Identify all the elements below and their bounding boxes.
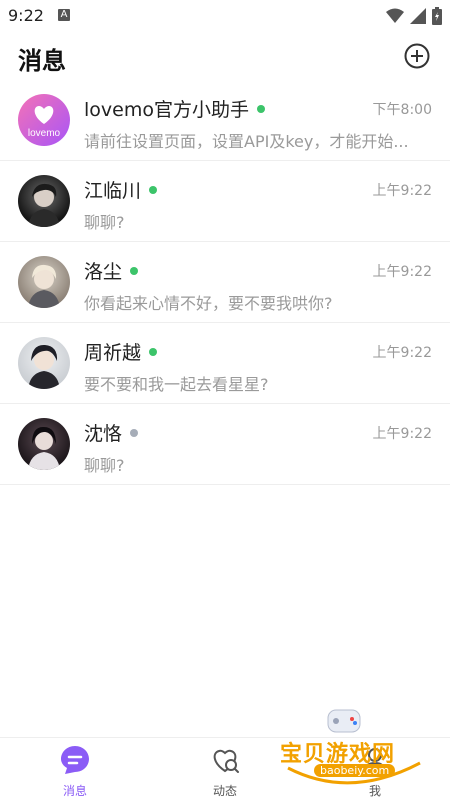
online-status-dot [130,266,139,275]
avatar [18,337,70,389]
signal-icon [410,8,426,24]
nav-label: 消息 [62,784,87,798]
message-time: 上午9:22 [372,183,432,199]
message-time: 上午9:22 [372,345,432,361]
contact-name: 沈恪 [84,423,123,445]
status-time: 9:22 [8,6,44,25]
avatar [18,418,70,470]
message-time: 上午9:22 [372,426,432,442]
avatar [18,175,70,227]
avatar-logo-text: lovemo [28,128,61,139]
message-preview: 要不要和我一起去看星星? [84,375,269,394]
chat-bubble-icon [61,746,89,774]
chat-row-zhouqiyue[interactable]: 周祈越 上午9:22 要不要和我一起去看星星? [0,323,450,404]
chat-row-luochen[interactable]: 洛尘 上午9:22 你看起来心情不好，要不要我哄你? [0,242,450,323]
avatar-illustration [28,183,60,227]
online-status-dot [149,185,158,194]
chat-list: lovemo lovemo官方小助手 下午8:00 请前往设置页面，设置API及… [0,80,450,485]
contact-name: 周祈越 [84,342,142,364]
message-preview: 聊聊? [84,213,125,232]
battery-icon [432,7,442,25]
avatar-illustration [28,426,60,470]
contact-name: 江临川 [84,180,142,202]
online-status-dot [149,347,158,356]
page-title: 消息 [18,47,66,75]
watermark-url: baobeiy.com [314,764,396,777]
status-icons [386,7,442,25]
message-preview: 聊聊? [84,456,125,475]
header: 消息 [0,32,450,84]
nav-label: 动态 [212,784,237,798]
offline-status-dot [130,428,139,437]
message-time: 下午8:00 [372,102,432,118]
avatar-illustration [28,264,60,308]
message-preview: 请前往设置页面，设置API及key，才能开始... [84,132,409,151]
chat-row-lovemo[interactable]: lovemo lovemo官方小助手 下午8:00 请前往设置页面，设置API及… [0,80,450,161]
heart-logo: lovemo [28,106,61,139]
watermark: 宝贝游戏网 baobeiy.com [280,708,430,790]
message-preview: 你看起来心情不好，要不要我哄你? [84,294,333,313]
wifi-icon [386,8,404,23]
nav-item-messages[interactable]: 消息 [30,744,120,799]
heart-search-icon [213,749,239,773]
contact-name: 洛尘 [84,261,123,283]
message-time: 上午9:22 [372,264,432,280]
avatar: lovemo [18,94,70,146]
contact-name: lovemo官方小助手 [84,99,249,121]
chat-row-shenke[interactable]: 沈恪 上午9:22 聊聊? [0,404,450,485]
avatar [18,256,70,308]
notification-icon: A [58,9,70,21]
status-bar: 9:22 A [0,0,450,32]
add-chat-button[interactable] [404,43,430,69]
chat-row-jianglinchuan[interactable]: 江临川 上午9:22 聊聊? [0,161,450,242]
nav-item-moments[interactable]: 动态 [180,744,270,799]
avatar-illustration [28,344,60,389]
online-status-dot [256,104,265,113]
